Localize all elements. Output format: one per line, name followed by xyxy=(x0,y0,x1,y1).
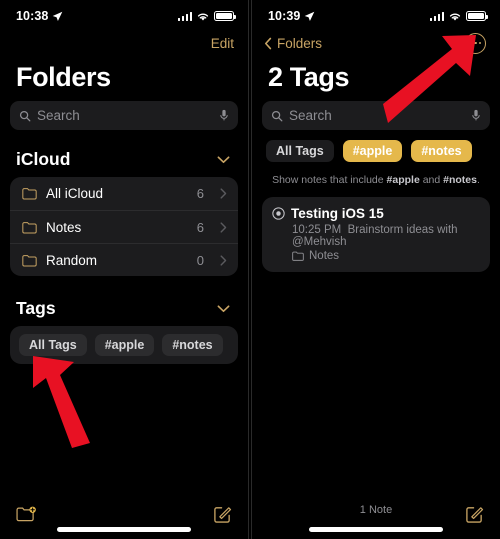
chevron-right-icon xyxy=(220,221,227,233)
note-title: Testing iOS 15 xyxy=(291,206,384,221)
screenshot-root: 10:38 Edit Folders Search iCloud All iCl… xyxy=(0,0,500,539)
hint-middle: and xyxy=(419,174,444,186)
left-nav-bar: Edit xyxy=(0,28,248,58)
tags-chip-list: All Tags #apple #notes xyxy=(10,326,238,364)
location-arrow-icon xyxy=(305,11,315,21)
compose-note-icon[interactable] xyxy=(213,505,232,524)
wifi-icon xyxy=(197,13,209,21)
status-time: 10:38 xyxy=(16,9,49,23)
tag-chip-apple[interactable]: #apple xyxy=(94,334,155,356)
tag-chip-notes[interactable]: #notes xyxy=(162,334,223,356)
page-title: Folders xyxy=(16,62,111,92)
folder-icon xyxy=(22,188,37,200)
status-bar-left: 10:39 xyxy=(268,9,315,23)
folder-row-random[interactable]: Random 0 xyxy=(10,243,238,276)
tags-section-title: Tags xyxy=(16,298,56,318)
status-bar: 10:38 xyxy=(0,0,248,28)
icloud-folder-list: All iCloud 6 Notes 6 Random 0 xyxy=(10,177,238,276)
folder-row-all-icloud[interactable]: All iCloud 6 xyxy=(10,177,238,210)
note-list-item[interactable]: Testing iOS 15 10:25 PM Brainstorm ideas… xyxy=(262,197,490,272)
folder-icon xyxy=(22,254,37,266)
right-nav-bar: Folders xyxy=(252,28,500,58)
microphone-icon[interactable] xyxy=(471,109,481,122)
icloud-section-title: iCloud xyxy=(16,149,71,169)
wifi-icon xyxy=(449,13,461,21)
note-count-label: 1 Note xyxy=(359,504,393,516)
chevron-down-icon[interactable] xyxy=(217,155,230,164)
search-icon xyxy=(19,110,31,121)
status-bar-left: 10:38 xyxy=(16,9,63,23)
left-phone-screen: 10:38 Edit Folders Search iCloud All iCl… xyxy=(0,0,248,539)
hint-tag-1: #apple xyxy=(386,174,420,186)
note-time: 10:25 PM xyxy=(292,224,342,236)
note-meta: 10:25 PM Brainstorm ideas with @Mehvish xyxy=(292,224,479,248)
folder-count: 0 xyxy=(196,252,204,268)
note-folder-name: Notes xyxy=(309,250,340,262)
shared-note-icon xyxy=(272,207,285,220)
tag-chip-notes[interactable]: #notes xyxy=(411,140,472,162)
tag-filter-chips: All Tags #apple #notes xyxy=(252,140,500,162)
ellipsis-circle-icon[interactable] xyxy=(465,32,486,54)
folder-count: 6 xyxy=(196,186,204,201)
cellular-bars-icon xyxy=(177,11,192,21)
search-placeholder: Search xyxy=(289,108,332,123)
status-bar-right xyxy=(429,11,488,22)
status-time: 10:39 xyxy=(268,9,301,23)
chevron-down-icon[interactable] xyxy=(217,304,230,313)
folder-icon xyxy=(292,251,304,261)
hint-tag-2: #notes xyxy=(443,174,477,186)
edit-button[interactable]: Edit xyxy=(211,36,234,51)
folder-icon xyxy=(22,221,37,233)
note-folder-line: Notes xyxy=(292,250,479,262)
microphone-icon[interactable] xyxy=(219,109,229,122)
location-arrow-icon xyxy=(53,11,63,21)
chevron-left-icon xyxy=(264,37,272,49)
left-bottom-toolbar xyxy=(0,490,248,539)
back-button-label: Folders xyxy=(277,35,323,51)
folder-row-notes[interactable]: Notes 6 xyxy=(10,210,238,243)
folder-label: Random xyxy=(46,252,98,268)
search-placeholder: Search xyxy=(37,108,80,123)
chevron-right-icon xyxy=(220,254,227,266)
tag-filter-hint: Show notes that include #apple and #note… xyxy=(252,172,500,197)
folder-label: All iCloud xyxy=(46,186,104,201)
back-button[interactable]: Folders xyxy=(264,36,322,51)
search-input[interactable]: Search xyxy=(262,101,490,130)
page-title: 2 Tags xyxy=(268,62,350,92)
battery-icon xyxy=(214,11,236,21)
icloud-section-header[interactable]: iCloud xyxy=(0,140,248,177)
search-input[interactable]: Search xyxy=(10,101,238,130)
home-indicator xyxy=(309,527,443,532)
tag-chip-all-tags[interactable]: All Tags xyxy=(266,140,334,162)
right-bottom-toolbar: 1 Note xyxy=(252,490,500,539)
status-bar: 10:39 xyxy=(252,0,500,28)
tag-chip-all-tags[interactable]: All Tags xyxy=(19,334,87,356)
folder-label: Notes xyxy=(46,219,82,235)
battery-icon xyxy=(466,11,488,21)
search-icon xyxy=(271,110,283,121)
hint-suffix: . xyxy=(476,174,480,186)
cellular-bars-icon xyxy=(429,11,444,21)
tag-chip-apple[interactable]: #apple xyxy=(342,140,403,162)
note-title-line: Testing iOS 15 xyxy=(272,206,479,221)
home-indicator xyxy=(57,527,191,532)
hint-prefix: Show notes that include xyxy=(272,174,387,186)
tags-section-header[interactable]: Tags xyxy=(0,276,248,326)
new-folder-icon[interactable] xyxy=(16,506,37,523)
red-arrow-icon xyxy=(33,356,90,448)
folder-count: 6 xyxy=(196,219,204,235)
status-bar-right xyxy=(177,11,236,22)
right-phone-screen: 10:39 Folders 2 Tags Search All Tags #ap… xyxy=(252,0,500,539)
chevron-right-icon xyxy=(220,188,227,199)
